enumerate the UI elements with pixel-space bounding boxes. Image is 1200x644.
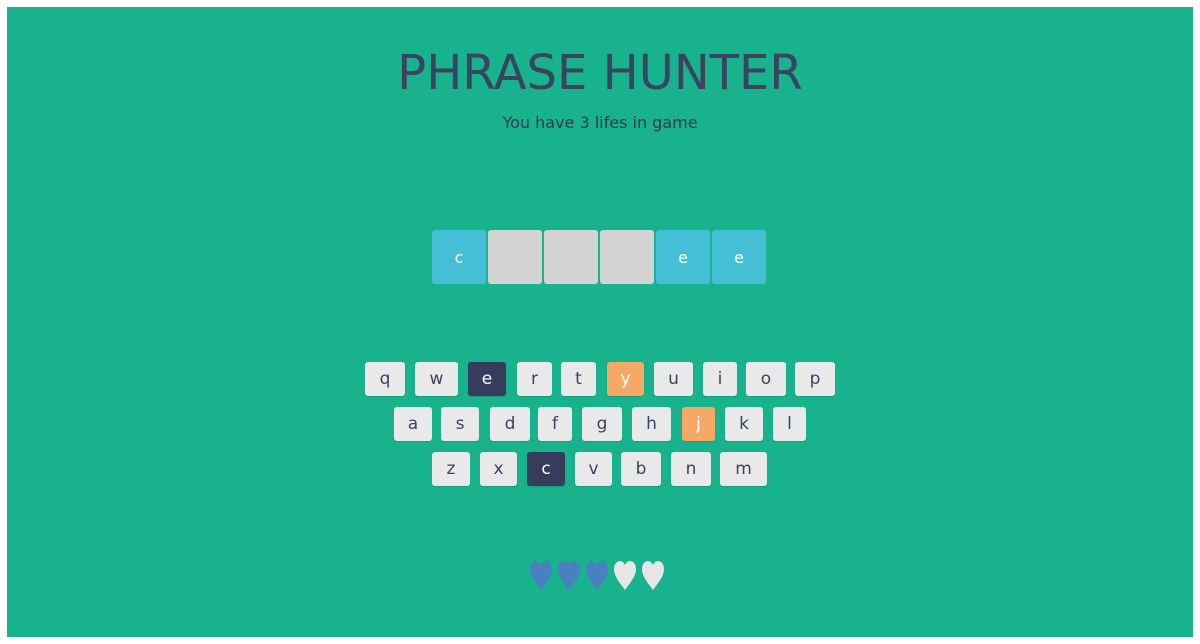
lost-heart-icon (641, 560, 665, 596)
lives-scoreboard (529, 560, 665, 596)
page-title: PHRASE HUNTER (397, 45, 803, 101)
key-y[interactable]: y (607, 362, 644, 396)
phrase-letter-hidden (488, 230, 542, 284)
key-l[interactable]: l (773, 407, 806, 441)
key-s[interactable]: s (441, 407, 479, 441)
key-m[interactable]: m (720, 452, 767, 486)
key-e[interactable]: e (468, 362, 506, 396)
live-heart-icon (557, 560, 581, 596)
game-board: PHRASE HUNTER You have 3 lifes in game c… (7, 7, 1193, 637)
key-o[interactable]: o (746, 362, 786, 396)
phrase-letter-revealed: e (712, 230, 766, 284)
key-t[interactable]: t (561, 362, 596, 396)
phrase-letter-revealed: e (656, 230, 710, 284)
key-i[interactable]: i (703, 362, 737, 396)
key-k[interactable]: k (725, 407, 763, 441)
key-v[interactable]: v (575, 452, 612, 486)
lost-heart-icon (613, 560, 637, 596)
phrase-letter-revealed: c (432, 230, 486, 284)
key-h[interactable]: h (632, 407, 671, 441)
key-b[interactable]: b (621, 452, 661, 486)
key-u[interactable]: u (654, 362, 693, 396)
key-c[interactable]: c (527, 452, 565, 486)
live-heart-icon (529, 560, 553, 596)
key-j[interactable]: j (682, 407, 715, 441)
live-heart-icon (585, 560, 609, 596)
key-g[interactable]: g (582, 407, 622, 441)
key-a[interactable]: a (394, 407, 432, 441)
phrase-letter-hidden (544, 230, 598, 284)
key-q[interactable]: q (365, 362, 405, 396)
phrase-display: c ee (432, 230, 766, 284)
phrase-letter-hidden (600, 230, 654, 284)
key-w[interactable]: w (415, 362, 458, 396)
key-r[interactable]: r (517, 362, 552, 396)
lives-message: You have 3 lifes in game (502, 113, 698, 132)
key-z[interactable]: z (432, 452, 470, 486)
key-n[interactable]: n (671, 452, 711, 486)
key-d[interactable]: d (490, 407, 530, 441)
key-x[interactable]: x (480, 452, 517, 486)
key-f[interactable]: f (538, 407, 572, 441)
key-p[interactable]: p (795, 362, 835, 396)
